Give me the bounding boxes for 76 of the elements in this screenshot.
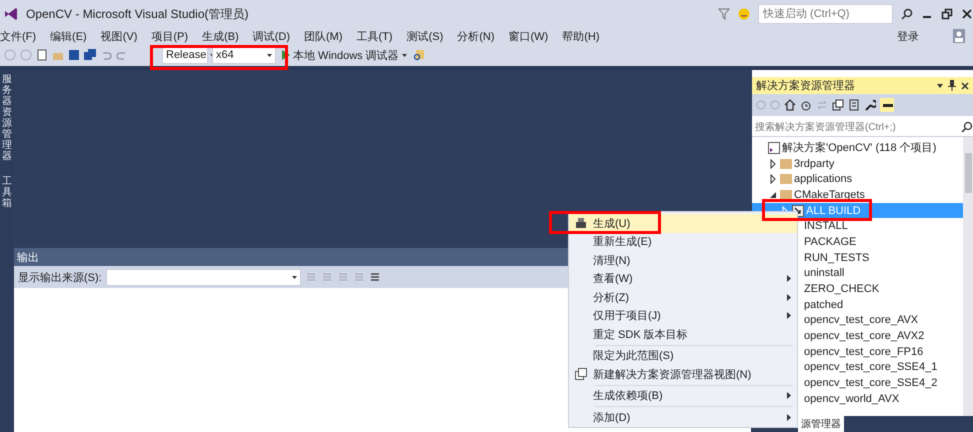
window-title: OpenCV - Microsoft Visual Studio(管理员) bbox=[26, 6, 249, 22]
scrollbar[interactable] bbox=[963, 137, 973, 416]
menu-item[interactable]: 编辑(E) bbox=[50, 28, 87, 44]
word-wrap-icon[interactable] bbox=[368, 271, 381, 283]
menu-item[interactable]: 查看(W) bbox=[569, 270, 797, 288]
menu-item[interactable]: 文件(F) bbox=[0, 28, 36, 44]
quick-launch-field[interactable]: 快速启动 (Ctrl+Q) bbox=[758, 4, 893, 24]
submenu-arrow-icon bbox=[787, 312, 791, 320]
wrench-icon[interactable] bbox=[864, 99, 876, 111]
menu-item[interactable]: 仅用于项目(J) bbox=[569, 306, 797, 325]
smiley-icon[interactable] bbox=[738, 8, 750, 20]
preview-icon[interactable] bbox=[880, 98, 894, 112]
caret-icon[interactable] bbox=[937, 84, 943, 88]
caret-icon bbox=[292, 276, 297, 278]
menu-item[interactable]: 视图(V) bbox=[100, 28, 138, 44]
find-icon[interactable] bbox=[412, 49, 425, 61]
submenu-arrow-icon bbox=[787, 392, 791, 400]
pin-icon[interactable] bbox=[948, 80, 956, 91]
menu-item[interactable]: 窗口(W) bbox=[508, 28, 548, 44]
submenu-arrow-icon bbox=[787, 275, 791, 282]
tree-item[interactable]: applications bbox=[752, 171, 963, 188]
panel-title: 输出 bbox=[17, 250, 39, 264]
account-icon[interactable] bbox=[953, 29, 965, 43]
side-tab[interactable]: 工具箱 bbox=[2, 176, 12, 209]
tree-item[interactable]: 3rdparty bbox=[752, 156, 963, 172]
close-icon[interactable] bbox=[961, 8, 973, 20]
submenu-arrow-icon bbox=[787, 414, 791, 421]
restore-icon[interactable] bbox=[941, 8, 953, 20]
menu-item[interactable]: 新建解决方案资源管理器视图(N) bbox=[569, 365, 797, 384]
menu-item[interactable]: 帮助(H) bbox=[562, 28, 600, 44]
menu-item[interactable]: 生成(B) bbox=[202, 28, 239, 44]
caret-icon bbox=[267, 54, 272, 56]
properties-icon[interactable] bbox=[848, 99, 860, 111]
menu-item[interactable]: 项目(P) bbox=[151, 28, 188, 44]
menu-item[interactable]: 工具(T) bbox=[356, 28, 393, 44]
close-icon[interactable] bbox=[961, 82, 969, 90]
tree-item[interactable]: CMakeTargets bbox=[752, 187, 963, 203]
windows-icon bbox=[575, 368, 587, 380]
menu-item[interactable]: 重定 SDK 版本目标 bbox=[569, 325, 797, 344]
save-icon[interactable] bbox=[68, 49, 80, 61]
panel-tab[interactable]: 源管理器 bbox=[798, 416, 844, 432]
history-icon[interactable] bbox=[800, 99, 812, 111]
source-label: 显示输出来源(S): bbox=[18, 270, 102, 284]
menu-item[interactable]: 分析(N) bbox=[457, 28, 495, 44]
scrollbar-thumb[interactable] bbox=[964, 153, 972, 193]
menu-item[interactable]: 调试(D) bbox=[252, 28, 290, 44]
tree-item[interactable]: 解决方案'OpenCV' (118 个项目) bbox=[752, 140, 963, 156]
menu-item[interactable]: 分析(Z) bbox=[569, 288, 797, 306]
menu-item[interactable]: 清理(N) bbox=[569, 251, 797, 270]
collapse-icon[interactable] bbox=[832, 99, 844, 111]
solution-icon bbox=[768, 142, 780, 154]
menu-item[interactable]: 生成(U) bbox=[569, 214, 797, 232]
menu-item[interactable]: 添加(D) bbox=[569, 408, 797, 426]
folder-icon bbox=[780, 174, 792, 184]
home-icon[interactable] bbox=[784, 99, 796, 111]
search-icon[interactable] bbox=[901, 8, 913, 20]
menu-item[interactable]: 限定为此范围(S) bbox=[569, 346, 797, 365]
sign-in-link[interactable]: 登录 bbox=[897, 28, 919, 44]
play-icon bbox=[282, 50, 290, 60]
save-all-icon[interactable] bbox=[84, 49, 96, 61]
folder-icon bbox=[780, 158, 792, 169]
menu-item[interactable]: 重新生成(E) bbox=[569, 232, 797, 251]
start-debugger-button[interactable]: 本地 Windows 调试器 bbox=[280, 48, 409, 62]
side-tab[interactable]: 服务器资源管理器 bbox=[2, 74, 12, 162]
build-icon bbox=[575, 217, 587, 230]
filter-icon[interactable] bbox=[718, 8, 730, 20]
logo-icon bbox=[4, 7, 18, 21]
new-project-icon[interactable] bbox=[36, 49, 48, 61]
folder-icon bbox=[780, 190, 792, 200]
menu-item[interactable]: 团队(M) bbox=[304, 28, 343, 44]
menu-item[interactable]: 生成依赖项(B) bbox=[569, 386, 797, 405]
search-icon[interactable] bbox=[961, 121, 973, 133]
menu-item[interactable]: 测试(S) bbox=[406, 28, 444, 44]
panel-title: 解决方案资源管理器 bbox=[756, 78, 856, 93]
submenu-arrow-icon bbox=[787, 294, 791, 301]
caret-icon bbox=[402, 54, 407, 56]
